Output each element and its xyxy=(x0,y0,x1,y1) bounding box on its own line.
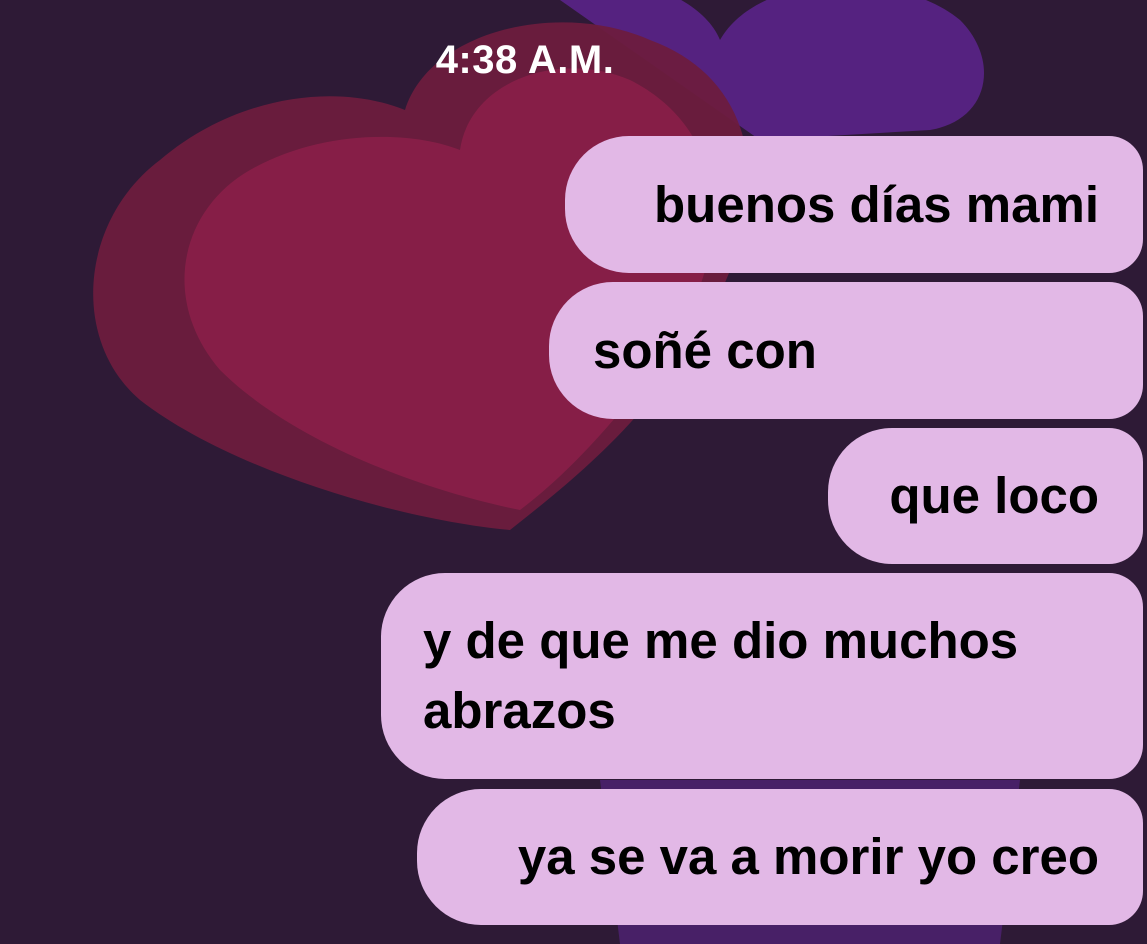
message-bubble[interactable]: y de que me dio muchos abrazos xyxy=(381,573,1143,779)
message-text: soñé con xyxy=(593,321,817,379)
message-text: y de que me dio muchos abrazos xyxy=(423,612,1019,739)
message-text: ya se va a morir yo creo xyxy=(517,828,1099,885)
message-timestamp: 4:38 A.M. xyxy=(435,38,615,82)
message-bubble[interactable]: ya se va a morir yo creo xyxy=(417,789,1143,925)
message-bubble[interactable]: que loco xyxy=(828,428,1143,564)
chat-screen: 4:38 A.M. buenos días mami soñé con que … xyxy=(0,0,1147,944)
message-text: buenos días mami xyxy=(654,175,1099,233)
message-bubble[interactable]: buenos días mami xyxy=(565,136,1143,273)
redacted-area xyxy=(846,300,1086,400)
message-text: que loco xyxy=(889,467,1099,524)
